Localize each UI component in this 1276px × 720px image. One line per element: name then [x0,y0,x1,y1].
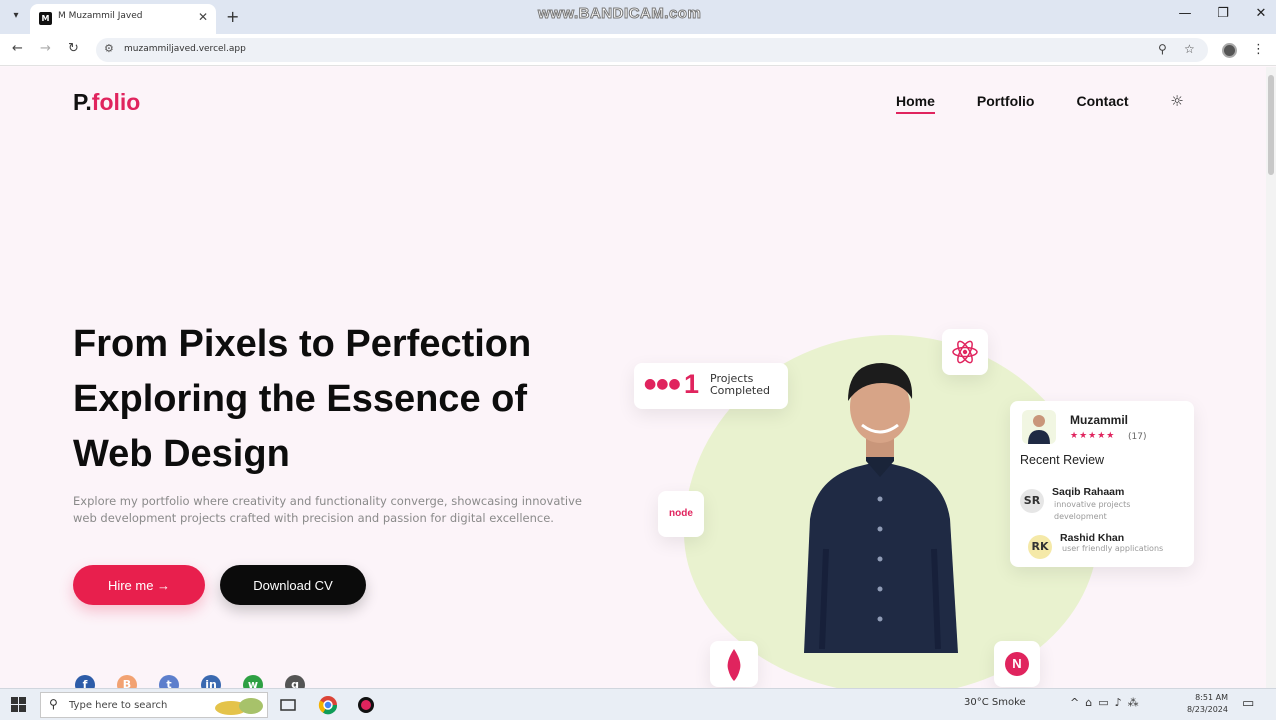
blogger-icon[interactable]: B [117,675,137,688]
review-card: Muzammil ★★★★★ (17) Recent Review SR Saq… [1010,401,1194,567]
main-nav: Home Portfolio Contact [896,93,1129,114]
minimize-icon[interactable]: — [1178,6,1192,21]
tab-search-icon[interactable]: ▾ [8,8,24,24]
reload-icon[interactable]: ↻ [68,41,79,56]
recent-review-heading: Recent Review [1020,453,1105,467]
projects-completed-card: ●●● 1 Projects Completed [634,363,788,409]
projects-count: 1 [684,369,700,399]
site-logo[interactable]: P.folio [73,89,140,116]
users-group-icon: ●●● [644,376,681,392]
browser-menu-icon[interactable]: ⋮ [1252,42,1265,57]
github-icon[interactable]: g [285,675,305,688]
chrome-taskbar-icon[interactable] [318,695,338,715]
whatsapp-icon[interactable]: w [243,675,263,688]
review-text: user friendly applications [1062,544,1164,553]
url-text[interactable]: muzammiljaved.vercel.app [124,44,246,54]
headline-line-2: Exploring the Essence of [73,378,527,420]
react-chip [942,329,988,375]
review-text: innovative projects development [1054,500,1131,521]
facebook-icon[interactable]: f [75,675,95,688]
reviewer-initials: SR [1020,489,1044,513]
new-tab-icon[interactable]: + [226,7,239,26]
react-icon [952,340,978,364]
nav-home[interactable]: Home [896,93,935,114]
headline-line-1: From Pixels to Perfection [73,323,532,365]
tab-title: M Muzammil Javed [58,11,143,21]
logo-accent-text: folio [91,89,141,115]
zoom-icon[interactable]: ⚲ [1158,42,1167,56]
bookmark-star-icon[interactable]: ☆ [1184,42,1195,56]
address-bar[interactable]: ⚙ muzammiljaved.vercel.app ⚲ ☆ [96,38,1208,62]
mongodb-chip [710,641,758,687]
mongodb-leaf-icon [727,649,741,681]
download-cv-button[interactable]: Download CV [220,565,366,605]
portfolio-page: P.folio Home Portfolio Contact ☼ From Pi… [0,67,1266,688]
linkedin-icon[interactable]: in [201,675,221,688]
review-owner-name: Muzammil [1070,413,1129,427]
restore-icon[interactable]: ❐ [1216,6,1230,21]
social-links: f B t in w g [75,675,305,688]
browser-toolbar: ← → ↻ ⚙ muzammiljaved.vercel.app ⚲ ☆ ⋮ [0,34,1276,66]
back-icon[interactable]: ← [12,41,23,56]
sun-icon[interactable]: ☼ [1166,90,1188,112]
site-info-icon[interactable]: ⚙ [104,42,114,55]
clock-time: 8:51 AM [1195,693,1228,702]
profile-avatar-icon[interactable] [1222,43,1237,58]
search-highlight-art [215,698,263,715]
browser-tabstrip: ▾ M M Muzammil Javed ✕ + www.BANDICAM.co… [0,0,1276,34]
hero-intro: Explore my portfolio where creativity an… [73,494,582,525]
windows-taskbar: ⚲ Type here to search 30°C Smoke ^⌂▭♪⁂ 8… [0,688,1276,720]
headline-line-3: Web Design [73,433,290,475]
bandicam-taskbar-icon[interactable] [356,695,376,715]
notification-icon[interactable]: ▭ [1242,696,1254,711]
system-tray-icons[interactable]: ^⌂▭♪⁂ [1070,696,1145,709]
reviewer-avatar [1022,410,1056,444]
nextjs-icon: N [1005,652,1029,676]
recorder-watermark: www.BANDICAM.com [537,5,702,23]
task-view-icon[interactable] [278,695,298,715]
weather-widget[interactable]: 30°C Smoke [964,697,1026,708]
review-count: (17) [1128,432,1147,442]
projects-label: Projects Completed [710,373,770,397]
window-controls: — ❐ ✕ [1178,6,1268,21]
reviewer-name: Saqib Rahaam [1052,486,1125,498]
tab-favicon-icon: M [39,12,52,25]
star-rating-icon: ★★★★★ [1070,431,1116,441]
forward-icon[interactable]: → [40,41,51,56]
logo-main-text: P. [73,89,92,115]
taskbar-search[interactable]: ⚲ Type here to search [40,692,268,718]
windows-start-icon[interactable] [11,697,26,712]
scrollbar-thumb[interactable] [1268,75,1274,175]
profile-photo [804,363,958,653]
taskbar-clock[interactable]: 8:51 AM 8/23/2024 [1186,692,1228,716]
nextjs-chip: N [994,641,1040,687]
hero-headline: From Pixels to Perfection Exploring the … [73,317,633,482]
reviewer-initials: RK [1028,535,1052,559]
projects-label-line-2: Completed [710,384,770,397]
nav-portfolio[interactable]: Portfolio [977,93,1035,114]
taskbar-search-placeholder: Type here to search [69,700,168,711]
search-icon: ⚲ [49,697,58,711]
hire-me-button[interactable]: Hire me → [73,565,205,605]
nodejs-icon: node [658,491,704,537]
browser-tab[interactable]: M M Muzammil Javed ✕ [30,4,216,34]
clock-date: 8/23/2024 [1186,705,1228,714]
nav-contact[interactable]: Contact [1076,93,1128,114]
window-close-icon[interactable]: ✕ [1254,6,1268,21]
tab-close-icon[interactable]: ✕ [198,10,208,24]
page-scrollbar[interactable] [1266,67,1276,688]
twitter-icon[interactable]: t [159,675,179,688]
